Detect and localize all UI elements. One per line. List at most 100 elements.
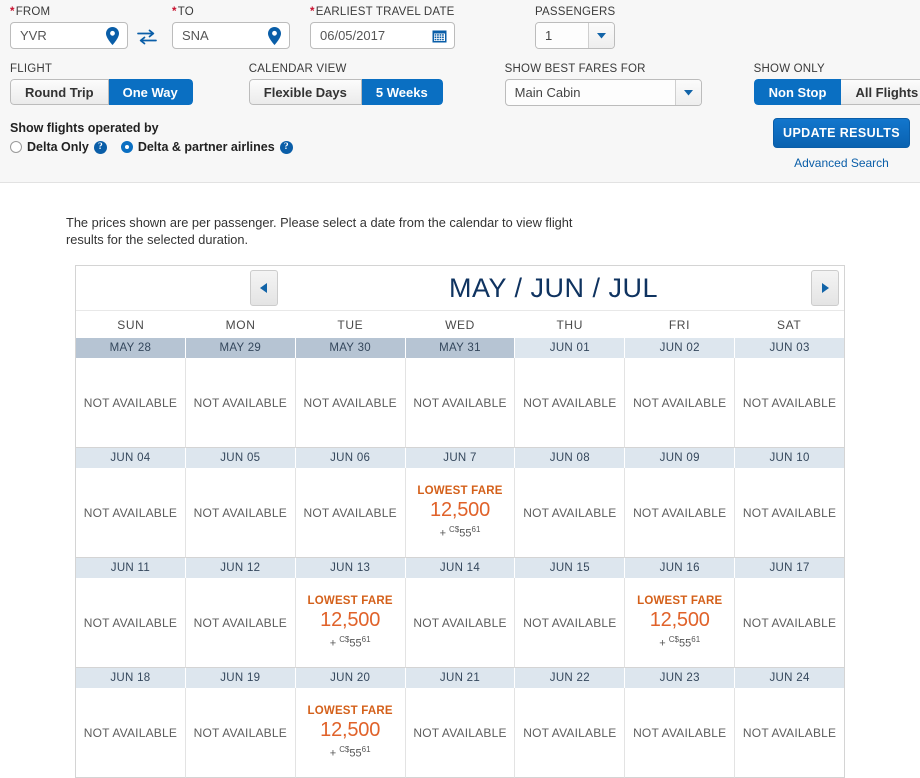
all-flights-button[interactable]: All Flights [841, 79, 920, 105]
search-row-primary: *FROM *TO [10, 6, 910, 49]
from-input-wrap [10, 22, 128, 49]
date-label: MAY 31 [405, 338, 516, 358]
from-label: *FROM [10, 6, 51, 18]
fare-cell-available[interactable]: LOWEST FARE 12,500 + C$5561 [295, 578, 406, 668]
from-field-group: *FROM [10, 6, 128, 49]
radio-delta-only[interactable]: Delta Only ? [10, 140, 107, 154]
fare-cell-unavailable: NOT AVAILABLE [405, 688, 516, 778]
fare-cell-unavailable: NOT AVAILABLE [515, 468, 626, 558]
fare-tax: + C$5561 [329, 635, 371, 650]
round-trip-button[interactable]: Round Trip [10, 79, 109, 105]
show-only-group: SHOW ONLY Non Stop All Flights [753, 63, 920, 105]
fare-cell-unavailable: NOT AVAILABLE [185, 578, 296, 668]
previous-period-button[interactable] [250, 270, 278, 306]
cabin-select[interactable]: Main Cabin [504, 79, 702, 106]
date-label: JUN 17 [735, 558, 845, 578]
date-label: MAY 28 [76, 338, 186, 358]
travel-date-input-wrap [310, 22, 455, 49]
not-available-text: NOT AVAILABLE [523, 505, 617, 520]
five-weeks-button[interactable]: 5 Weeks [361, 79, 443, 105]
fare-row: NOT AVAILABLE NOT AVAILABLE LOWEST FARE 12,… [76, 578, 845, 668]
advanced-search-link[interactable]: Advanced Search [794, 156, 889, 170]
fare-row: NOT AVAILABLE NOT AVAILABLE NOT AVAILABLE N… [76, 358, 845, 448]
date-header-row: MAY 28 MAY 29 MAY 30 MAY 31 JUN 01 JUN 02 JUN … [76, 338, 845, 358]
calendar-week: JUN 11 JUN 12 JUN 13 JUN 14 JUN 15 JUN 16 JUN … [76, 558, 845, 668]
not-available-text: NOT AVAILABLE [413, 725, 507, 740]
chevron-down-icon [674, 80, 701, 105]
fare-cell-unavailable: NOT AVAILABLE [76, 468, 186, 558]
not-available-text: NOT AVAILABLE [633, 505, 727, 520]
date-label: JUN 24 [735, 668, 845, 688]
next-period-button[interactable] [811, 270, 839, 306]
not-available-text: NOT AVAILABLE [523, 615, 617, 630]
fare-cell-available[interactable]: LOWEST FARE 12,500 + C$5561 [405, 468, 516, 558]
not-available-text: NOT AVAILABLE [742, 615, 837, 630]
required-asterisk: * [310, 6, 315, 18]
fare-cell-unavailable: NOT AVAILABLE [735, 688, 845, 778]
fare-cell-unavailable: NOT AVAILABLE [76, 688, 186, 778]
fare-cell-available[interactable]: LOWEST FARE 12,500 + C$5561 [295, 688, 406, 778]
date-label: JUN 10 [735, 448, 845, 468]
not-available-text: NOT AVAILABLE [633, 395, 727, 410]
to-input-wrap [172, 22, 290, 49]
best-fares-group: SHOW BEST FARES FOR Main Cabin [504, 63, 702, 106]
passengers-select[interactable]: 1 [535, 22, 615, 49]
fare-cell-unavailable: NOT AVAILABLE [515, 578, 626, 668]
fare-cell-available[interactable]: LOWEST FARE 12,500 + C$5561 [625, 578, 736, 668]
flexible-days-button[interactable]: Flexible Days [248, 79, 362, 105]
not-available-text: NOT AVAILABLE [742, 725, 837, 740]
fare-row: NOT AVAILABLE NOT AVAILABLE NOT AVAILABLE L… [76, 468, 845, 558]
to-label: *TO [172, 6, 194, 18]
chevron-down-icon [588, 23, 614, 48]
fare-cell-unavailable: NOT AVAILABLE [735, 358, 845, 448]
to-field-group: *TO [172, 6, 290, 49]
fare-amount: 12,500 [320, 609, 381, 632]
date-label: JUN 20 [295, 668, 406, 688]
date-label: JUN 13 [295, 558, 406, 578]
date-header-row: JUN 18 JUN 19 JUN 20 JUN 21 JUN 22 JUN 23 JUN … [76, 668, 845, 688]
not-available-text: NOT AVAILABLE [303, 395, 397, 410]
fare-cell-unavailable: NOT AVAILABLE [515, 358, 626, 448]
date-label: JUN 15 [515, 558, 626, 578]
fare-cell-unavailable: NOT AVAILABLE [515, 688, 626, 778]
fare-cell-unavailable: NOT AVAILABLE [625, 358, 736, 448]
passengers-label: PASSENGERS [535, 6, 616, 18]
fare-cell-unavailable: NOT AVAILABLE [625, 468, 736, 558]
swap-arrows-icon [137, 29, 157, 45]
not-available-text: NOT AVAILABLE [83, 395, 178, 410]
dow-thu: THU [556, 317, 583, 332]
calendar-view-group: CALENDAR VIEW Flexible Days 5 Weeks [248, 63, 443, 105]
fare-amount: 12,500 [649, 609, 710, 632]
from-input[interactable] [10, 22, 128, 49]
date-header-row: JUN 04 JUN 05 JUN 06 JUN 7 JUN 08 JUN 09 JUN 1… [76, 448, 845, 468]
one-way-button[interactable]: One Way [108, 79, 193, 105]
date-label: JUN 06 [295, 448, 406, 468]
dow-fri: FRI [668, 317, 691, 332]
date-label: JUN 19 [185, 668, 296, 688]
not-available-text: NOT AVAILABLE [193, 725, 287, 740]
date-label: JUN 12 [185, 558, 296, 578]
travel-date-input[interactable] [310, 22, 455, 49]
fare-cell-unavailable: NOT AVAILABLE [735, 578, 845, 668]
not-available-text: NOT AVAILABLE [413, 395, 507, 410]
date-header-row: JUN 11 JUN 12 JUN 13 JUN 14 JUN 15 JUN 16 JUN … [76, 558, 845, 578]
swap-origin-destination-button[interactable] [137, 29, 157, 45]
help-icon[interactable]: ? [93, 140, 107, 154]
date-label: MAY 29 [185, 338, 296, 358]
fare-cell-unavailable: NOT AVAILABLE [295, 358, 406, 448]
radio-delta-and-partners-label: Delta & partner airlines [137, 140, 275, 154]
best-fares-label: SHOW BEST FARES FOR [504, 63, 646, 75]
dow-sat: SAT [777, 317, 802, 332]
radio-delta-and-partners[interactable]: Delta & partner airlines ? [120, 140, 293, 154]
fare-tax: + C$5561 [329, 745, 371, 760]
travel-date-field-group: *EARLIEST TRAVEL DATE [310, 6, 455, 49]
to-input[interactable] [172, 22, 290, 49]
fare-cell-unavailable: NOT AVAILABLE [405, 358, 516, 448]
results-content: The prices shown are per passenger. Plea… [0, 214, 920, 778]
fare-cell-unavailable: NOT AVAILABLE [405, 578, 516, 668]
date-label: MAY 30 [295, 338, 406, 358]
update-results-button[interactable]: UPDATE RESULTS [773, 118, 910, 148]
date-label: JUN 03 [735, 338, 845, 358]
help-icon[interactable]: ? [279, 140, 293, 154]
non-stop-button[interactable]: Non Stop [753, 79, 842, 105]
